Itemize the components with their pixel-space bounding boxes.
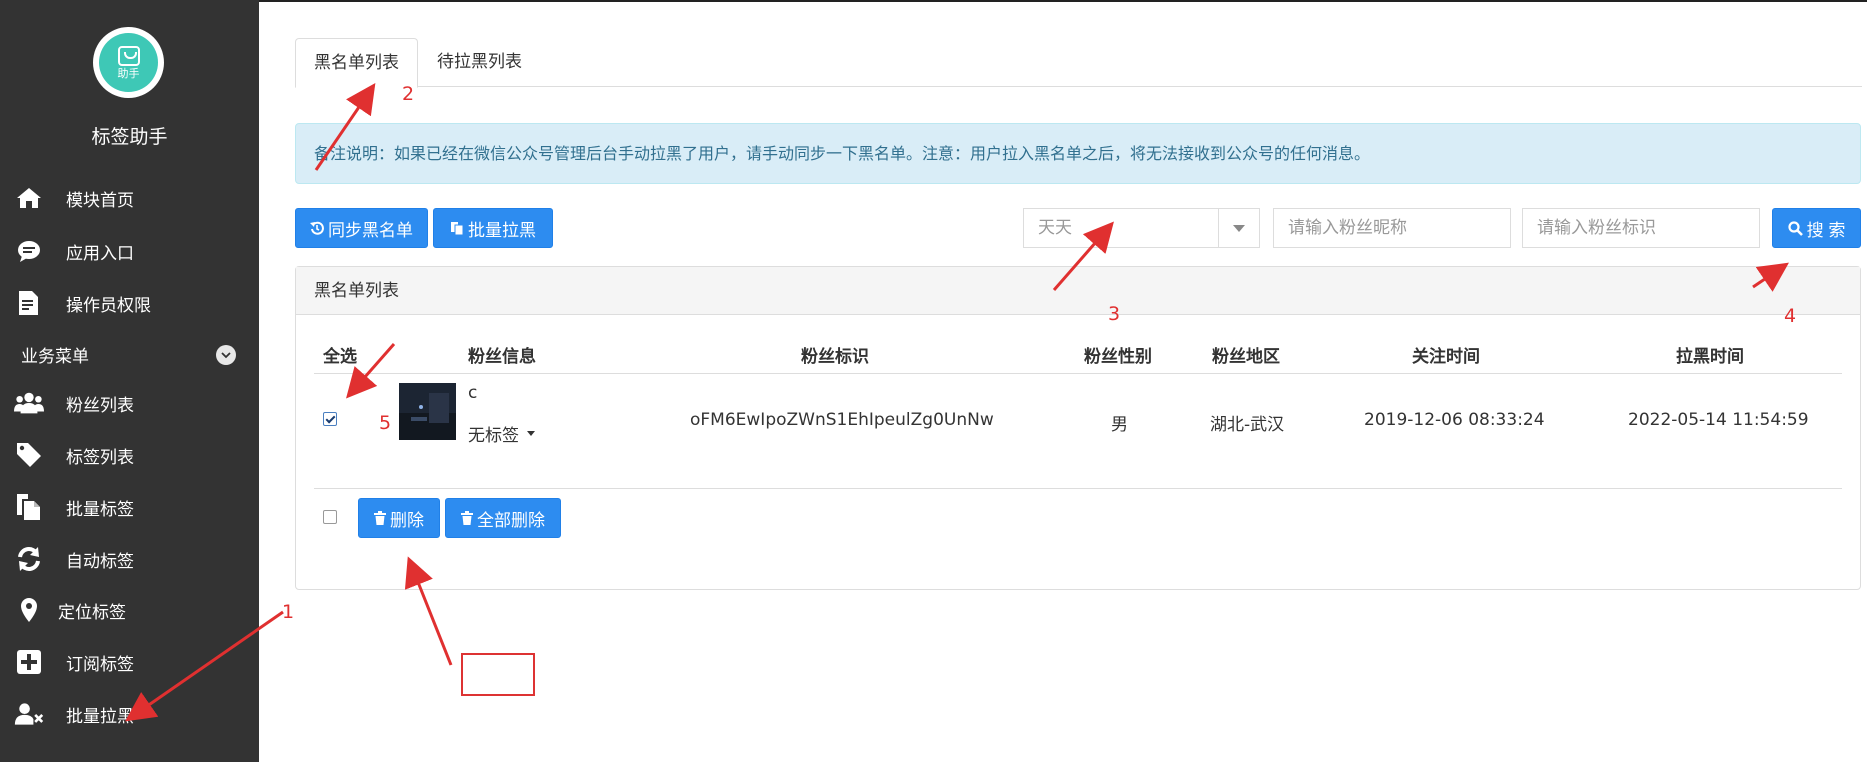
annotation-label-2: 2 [402, 83, 415, 105]
annotation-label-3: 3 [1108, 303, 1121, 325]
annotation-label-5: 5 [379, 412, 392, 434]
annotation-label-1: 1 [282, 601, 295, 623]
annotation-box [461, 653, 535, 696]
annotation-label-4: 4 [1784, 305, 1797, 327]
annotation-arrows [125, 83, 1789, 722]
